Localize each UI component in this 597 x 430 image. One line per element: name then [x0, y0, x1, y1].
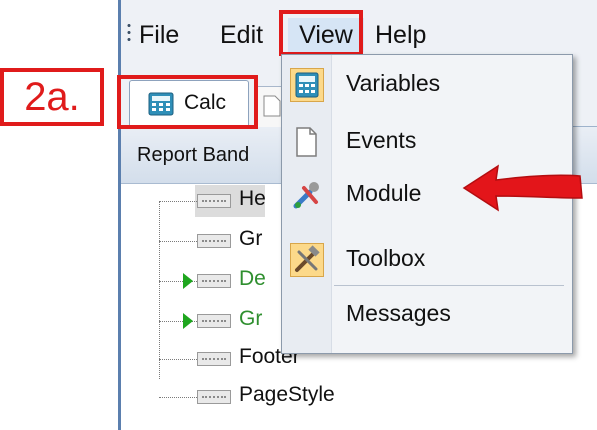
tree-item-pagestyle[interactable]: PageStyle	[121, 379, 597, 415]
calc-tab-highlight-box	[117, 75, 258, 129]
band-icon	[197, 194, 231, 208]
calculator-icon	[290, 68, 324, 102]
band-icon	[197, 390, 231, 404]
red-arrow-icon	[458, 160, 586, 221]
report-band-title: Report Band	[137, 144, 250, 166]
band-icon	[197, 274, 231, 288]
document-icon	[290, 125, 324, 159]
tree-item-label: He	[239, 187, 266, 210]
tree-connector	[159, 359, 197, 360]
tree-connector	[159, 397, 197, 398]
expand-arrow-icon[interactable]	[183, 313, 193, 329]
tools-icon	[290, 178, 324, 212]
menu-item-label: Events	[346, 127, 417, 153]
menu-item-label: Messages	[346, 300, 451, 326]
tree-item-label: Gr	[239, 307, 263, 330]
menu-file[interactable]: File	[139, 18, 179, 52]
tree-connector	[159, 241, 197, 242]
menu-item-label: Toolbox	[346, 245, 426, 271]
menu-edit[interactable]: Edit	[220, 18, 263, 52]
tree-item-label: PageStyle	[239, 383, 335, 406]
menubar-grip-icon[interactable]	[127, 22, 131, 44]
tree-item-label: De	[239, 267, 266, 290]
menu-help[interactable]: Help	[375, 18, 426, 52]
expand-arrow-icon[interactable]	[183, 273, 193, 289]
band-icon	[197, 234, 231, 248]
menu-item-label: Variables	[346, 70, 441, 96]
document-icon	[263, 95, 281, 117]
menu-item-messages[interactable]: Messages	[282, 290, 572, 340]
tree-connector	[159, 201, 197, 202]
band-icon	[197, 314, 231, 328]
menu-separator	[334, 285, 564, 286]
band-icon	[197, 352, 231, 366]
tree-item-label: Gr	[239, 227, 263, 250]
menu-item-variables[interactable]: Variables	[282, 60, 572, 110]
menu-item-toolbox[interactable]: Toolbox	[282, 235, 572, 285]
menu-item-label: Module	[346, 180, 422, 206]
view-menu-highlight-box	[279, 10, 363, 56]
toolbox-icon	[290, 243, 324, 277]
step-label: 2a.	[0, 68, 104, 126]
